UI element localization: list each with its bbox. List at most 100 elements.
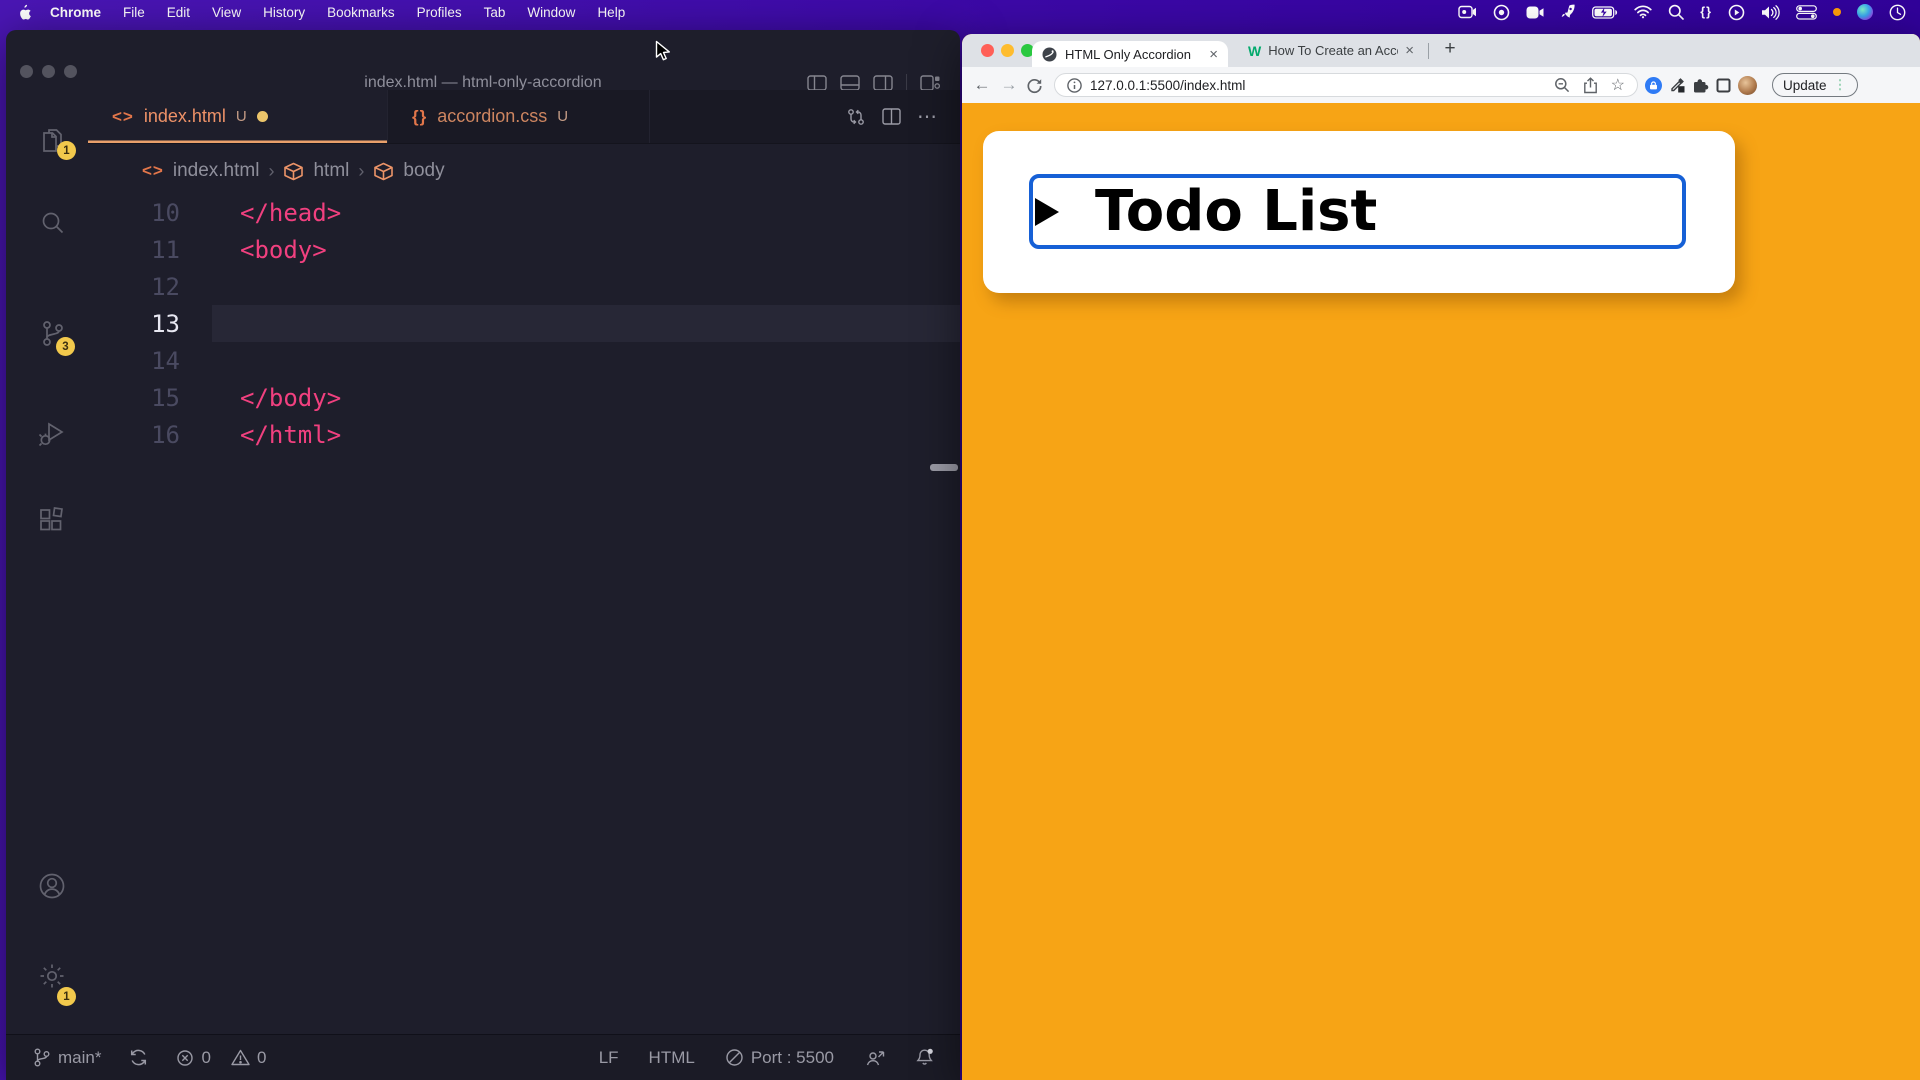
play-circle-icon[interactable] (1728, 4, 1745, 21)
address-bar-icons: ☆ (1554, 75, 1625, 95)
chrome-tab-active[interactable]: HTML Only Accordion × (1032, 41, 1228, 67)
back-button[interactable]: ← (972, 75, 992, 95)
eol-item[interactable]: LF (599, 1048, 619, 1068)
notification-dot-icon (1833, 8, 1841, 16)
language-item[interactable]: HTML (649, 1048, 695, 1068)
customize-layout-icon[interactable] (920, 75, 940, 91)
scrollbar-handle[interactable] (930, 464, 958, 471)
remote-item[interactable] (864, 1048, 886, 1068)
more-actions-icon[interactable]: ⋯ (917, 104, 938, 129)
chrome-tab-inactive[interactable]: W How To Create an Accordion × (1240, 34, 1422, 67)
colorpicker-extension-icon[interactable] (1669, 77, 1685, 93)
menu-bar-status-icons: {} (1458, 4, 1906, 21)
problems-item[interactable]: 0 0 (176, 1048, 266, 1068)
tab-group-icon[interactable] (1716, 78, 1731, 93)
html-file-icon: <> (142, 161, 164, 181)
breadcrumb-file[interactable]: index.html (173, 160, 260, 182)
breadcrumb-body[interactable]: body (403, 160, 444, 182)
update-menu-dots-icon[interactable]: ⋮ (1834, 77, 1847, 93)
breadcrumb-html[interactable]: html (313, 160, 349, 182)
code-text: </head> (240, 199, 341, 227)
account-icon[interactable] (37, 871, 67, 901)
settings-badge: 1 (57, 987, 76, 1006)
menu-edit[interactable]: Edit (156, 5, 201, 20)
minimize-window-button[interactable] (1001, 44, 1014, 57)
split-editor-icon[interactable] (882, 108, 901, 125)
close-window-button[interactable] (981, 44, 994, 57)
update-label: Update (1783, 78, 1827, 93)
menu-bookmarks[interactable]: Bookmarks (316, 5, 406, 20)
clock-icon[interactable] (1889, 4, 1906, 21)
code-editor[interactable]: 10</head> 11<body> 12 13 14 15</body> 16… (88, 194, 960, 454)
close-tab-icon[interactable]: × (1405, 42, 1414, 59)
menu-help[interactable]: Help (586, 5, 636, 20)
extensions-puzzle-icon[interactable] (1692, 77, 1709, 94)
wifi-icon[interactable] (1634, 5, 1652, 19)
git-branch-item[interactable]: main* (32, 1047, 101, 1068)
search-sidebar-icon[interactable] (37, 208, 67, 238)
apple-icon[interactable] (18, 4, 31, 20)
menu-file[interactable]: File (112, 5, 156, 20)
branch-label: main* (58, 1048, 101, 1068)
forward-button[interactable]: → (999, 75, 1019, 95)
menu-tab[interactable]: Tab (473, 5, 517, 20)
bookmark-star-icon[interactable]: ☆ (1611, 75, 1625, 95)
page-content: Todo List (962, 103, 1920, 1080)
explorer-badge: 1 (57, 141, 76, 160)
w3schools-favicon: W (1248, 43, 1261, 59)
camera-icon[interactable] (1526, 6, 1544, 19)
update-button[interactable]: Update ⋮ (1772, 73, 1858, 97)
menu-window[interactable]: Window (516, 5, 586, 20)
toggle-secondary-sidebar-icon[interactable] (873, 75, 893, 91)
volume-icon[interactable] (1761, 5, 1780, 20)
site-info-icon[interactable] (1067, 78, 1082, 93)
accordion-card: Todo List (983, 131, 1735, 293)
rocket-icon[interactable] (1560, 4, 1576, 20)
profile-avatar[interactable] (1738, 76, 1757, 95)
address-bar[interactable]: 127.0.0.1:5500/index.html ☆ (1054, 73, 1638, 97)
tab-index-html[interactable]: <> index.html U (88, 90, 388, 143)
control-center-icon[interactable] (1796, 5, 1817, 20)
status-left: main* 0 0 (32, 1047, 266, 1068)
screen-record-icon[interactable] (1458, 5, 1477, 19)
tab-accordion-css[interactable]: {} accordion.css U (388, 90, 650, 143)
accordion-summary[interactable]: Todo List (1029, 174, 1686, 249)
braces-icon[interactable]: {} (1700, 5, 1712, 19)
new-tab-button[interactable]: + (1438, 38, 1462, 60)
breadcrumb: <> index.html › html › body (88, 144, 960, 198)
battery-icon[interactable] (1592, 6, 1618, 19)
search-icon[interactable] (1668, 4, 1684, 20)
sync-item[interactable] (129, 1048, 148, 1067)
privacy-extension-icon[interactable] (1645, 77, 1662, 94)
url-text[interactable]: 127.0.0.1:5500/index.html (1090, 78, 1245, 93)
unsaved-dot-icon[interactable] (257, 111, 268, 122)
menu-chrome[interactable]: Chrome (39, 5, 112, 20)
errors-count: 0 (201, 1048, 210, 1068)
zoom-icon[interactable] (1554, 77, 1570, 93)
line-number: 16 (88, 421, 180, 449)
extensions-icon[interactable] (37, 505, 67, 535)
code-text: </body> (240, 384, 341, 412)
notifications-item[interactable] (916, 1048, 934, 1067)
toggle-panel-icon[interactable] (840, 75, 860, 91)
menu-history[interactable]: History (252, 5, 316, 20)
status-right: LF HTML Port : 5500 (599, 1048, 934, 1068)
menu-profiles[interactable]: Profiles (406, 5, 473, 20)
html-file-icon: <> (112, 107, 134, 127)
record-icon[interactable] (1493, 4, 1510, 21)
run-debug-icon[interactable] (37, 418, 67, 448)
breadcrumb-separator: › (358, 161, 364, 182)
open-changes-icon[interactable] (846, 107, 866, 127)
reload-button[interactable] (1026, 77, 1043, 94)
share-icon[interactable] (1583, 77, 1598, 94)
errors-icon (176, 1049, 194, 1067)
siri-icon[interactable] (1857, 4, 1873, 20)
menu-view[interactable]: View (201, 5, 252, 20)
toggle-sidebar-icon[interactable] (807, 75, 827, 91)
line-number: 13 (88, 310, 180, 338)
port-item[interactable]: Port : 5500 (725, 1048, 834, 1068)
tab-title: HTML Only Accordion (1065, 47, 1201, 62)
chrome-traffic-lights (981, 44, 1034, 57)
line-number: 15 (88, 384, 180, 412)
close-tab-icon[interactable]: × (1209, 46, 1218, 63)
